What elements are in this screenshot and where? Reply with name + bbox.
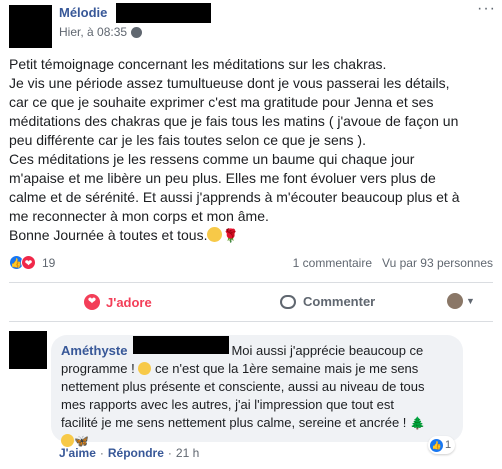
author-avatar-redacted[interactable] (9, 5, 52, 48)
reactions-count[interactable]: 19 (42, 256, 55, 270)
post-text: Petit témoignage concernant les méditati… (9, 55, 497, 245)
post-stats: 👍 ❤ 19 1 commentaire Vu par 93 personnes (9, 253, 493, 271)
rose-emoji-icon: 🌹 (222, 228, 239, 243)
comment-line-text: Moi aussi j'apprécie beaucoup ce (231, 343, 424, 358)
post-line: calme et de sérénité. Et aussi j'apprend… (9, 189, 460, 205)
stats-right: 1 commentaire Vu par 93 personnes (293, 256, 493, 270)
comment-age[interactable]: 21 h (176, 446, 199, 460)
facebook-post: Mélodie Hier, à 08:35 ··· Petit témoigna… (0, 0, 502, 469)
comment-reaction-count: 1 (445, 439, 452, 451)
post-line: Ces méditations je les ressens comme un … (9, 151, 415, 167)
caret-down-icon: ▼ (466, 296, 475, 306)
globe-icon (131, 26, 143, 38)
post-line: car ce que je souhaite exprimer c'est ma… (9, 94, 434, 110)
post-line: peu différente car je les fais toutes se… (9, 132, 366, 148)
post-line: méditations des chakras que je fais tous… (9, 113, 459, 129)
comment-author-name[interactable]: Améthyste (61, 343, 127, 358)
comment-reactions[interactable]: 👍 1 (428, 436, 456, 454)
separator-dot: · (167, 446, 172, 460)
post-line: Petit témoignage concernant les méditati… (9, 56, 387, 72)
comment-button-label: Commenter (303, 294, 376, 309)
love-reaction-icon[interactable]: ❤ (21, 255, 36, 270)
comment-like-link[interactable]: J'aime (59, 446, 96, 460)
sun-emoji-icon (207, 227, 223, 242)
separator-dot: · (99, 446, 104, 460)
comment-bubble: Améthyste Moi aussi j'apprécie beaucoup c… (51, 335, 463, 454)
comment-line-text: programme ! (61, 361, 135, 376)
comment-actions: J'aime · Répondre · 21 h (59, 446, 199, 460)
reaction-as-selector[interactable]: ▼ (447, 293, 475, 309)
author-surname-redacted (116, 3, 211, 23)
heart-icon: ❤ (84, 294, 100, 310)
comment-text: Améthyste Moi aussi j'apprécie beaucoup c… (61, 342, 461, 450)
love-button-label: J'adore (106, 294, 152, 310)
comment-line: nettement plus présente et consciente, a… (61, 379, 425, 394)
post-line: Je vis une période assez tumultueuse don… (9, 75, 450, 91)
comment-line-text: ce n'est que la 1ère semaine mais je me … (154, 361, 419, 376)
views-count[interactable]: Vu par 93 personnes (382, 256, 493, 270)
comment-reply-link[interactable]: Répondre (108, 446, 164, 460)
tree-emoji-icon: 🌲 (410, 416, 425, 430)
comment-line: programme ! ce n'est que la 1ère semaine… (61, 360, 461, 378)
timestamp-text: Hier, à 08:35 (59, 25, 128, 39)
post-line-last: Bonne Journée à toutes et tous. 🌹 (9, 226, 497, 245)
like-reaction-icon: 👍 (430, 438, 443, 452)
post-timestamp[interactable]: Hier, à 08:35 (59, 25, 143, 39)
post-line: m'apaise et me libère un peu plus. Elles… (9, 170, 436, 186)
smile-emoji-icon (138, 362, 152, 375)
more-options-icon[interactable]: ··· (477, 0, 496, 18)
post-line-text: Bonne Journée à toutes et tous. (9, 227, 208, 243)
comment-line: mes rapports avec les autres, j'ai l'imp… (61, 397, 395, 412)
divider (9, 282, 493, 283)
post-author-name[interactable]: Mélodie (59, 5, 107, 20)
love-button[interactable]: ❤ J'adore (84, 294, 152, 310)
speech-bubble-icon (280, 294, 296, 309)
comment-line-text: facilité je me sens nettement plus calme… (61, 415, 407, 430)
commenter-surname-redacted (133, 336, 229, 354)
comment-line: facilité je me sens nettement plus calme… (61, 414, 461, 432)
user-avatar (447, 293, 463, 309)
commenter-avatar-redacted[interactable] (9, 331, 47, 369)
comment-button[interactable]: Commenter (280, 294, 375, 309)
post-line: me reconnecter à mon corps et mon âme. (9, 208, 269, 224)
comment-line: Améthyste Moi aussi j'apprécie beaucoup c… (61, 342, 461, 360)
divider (9, 321, 493, 322)
comments-count[interactable]: 1 commentaire (293, 256, 372, 270)
